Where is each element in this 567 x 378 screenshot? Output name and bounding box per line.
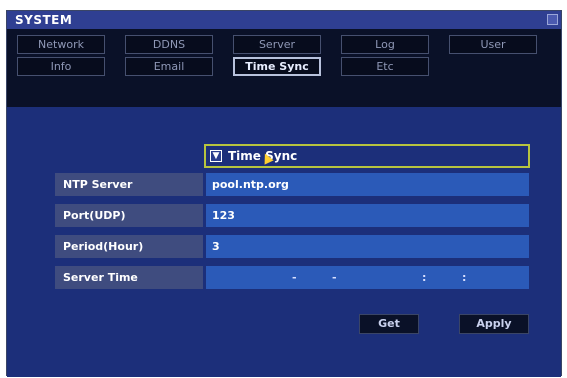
tab-time-sync[interactable]: Time Sync [233, 57, 321, 76]
window-titlebar: SYSTEM [7, 11, 561, 29]
get-button[interactable]: Get [359, 314, 419, 334]
time-sync-toggle[interactable]: ▼ Time Sync [204, 144, 530, 168]
period-hour-row: Period(Hour) 3 [55, 235, 529, 258]
period-hour-field[interactable]: 3 [206, 235, 529, 258]
close-icon[interactable] [547, 14, 558, 25]
tab-etc[interactable]: Etc [341, 57, 429, 76]
server-time-field: - - : : [206, 266, 529, 289]
port-udp-field[interactable]: 123 [206, 204, 529, 227]
server-time-label: Server Time [55, 266, 203, 289]
apply-button[interactable]: Apply [459, 314, 529, 334]
tab-server[interactable]: Server [233, 35, 321, 54]
ntp-server-label: NTP Server [55, 173, 203, 196]
period-hour-label: Period(Hour) [55, 235, 203, 258]
ntp-server-row: NTP Server pool.ntp.org [55, 173, 529, 196]
tab-log[interactable]: Log [341, 35, 429, 54]
port-udp-row: Port(UDP) 123 [55, 204, 529, 227]
tab-user[interactable]: User [449, 35, 537, 54]
ntp-server-field[interactable]: pool.ntp.org [206, 173, 529, 196]
tab-bar: Network DDNS Server Log User Info Email … [7, 29, 561, 107]
port-udp-label: Port(UDP) [55, 204, 203, 227]
tab-ddns[interactable]: DDNS [125, 35, 213, 54]
tab-email[interactable]: Email [125, 57, 213, 76]
time-separator: : [422, 271, 427, 284]
date-separator: - [292, 271, 297, 284]
server-time-row: Server Time - - : : [55, 266, 529, 289]
tab-network[interactable]: Network [17, 35, 105, 54]
tab-info[interactable]: Info [17, 57, 105, 76]
window-title: SYSTEM [15, 13, 73, 27]
date-separator: - [332, 271, 337, 284]
system-window: SYSTEM Network DDNS Server Log User Info… [6, 10, 562, 377]
server-time-parts: - - : : [206, 266, 529, 289]
time-separator: : [462, 271, 467, 284]
time-sync-checkbox[interactable]: ▼ [210, 150, 222, 162]
